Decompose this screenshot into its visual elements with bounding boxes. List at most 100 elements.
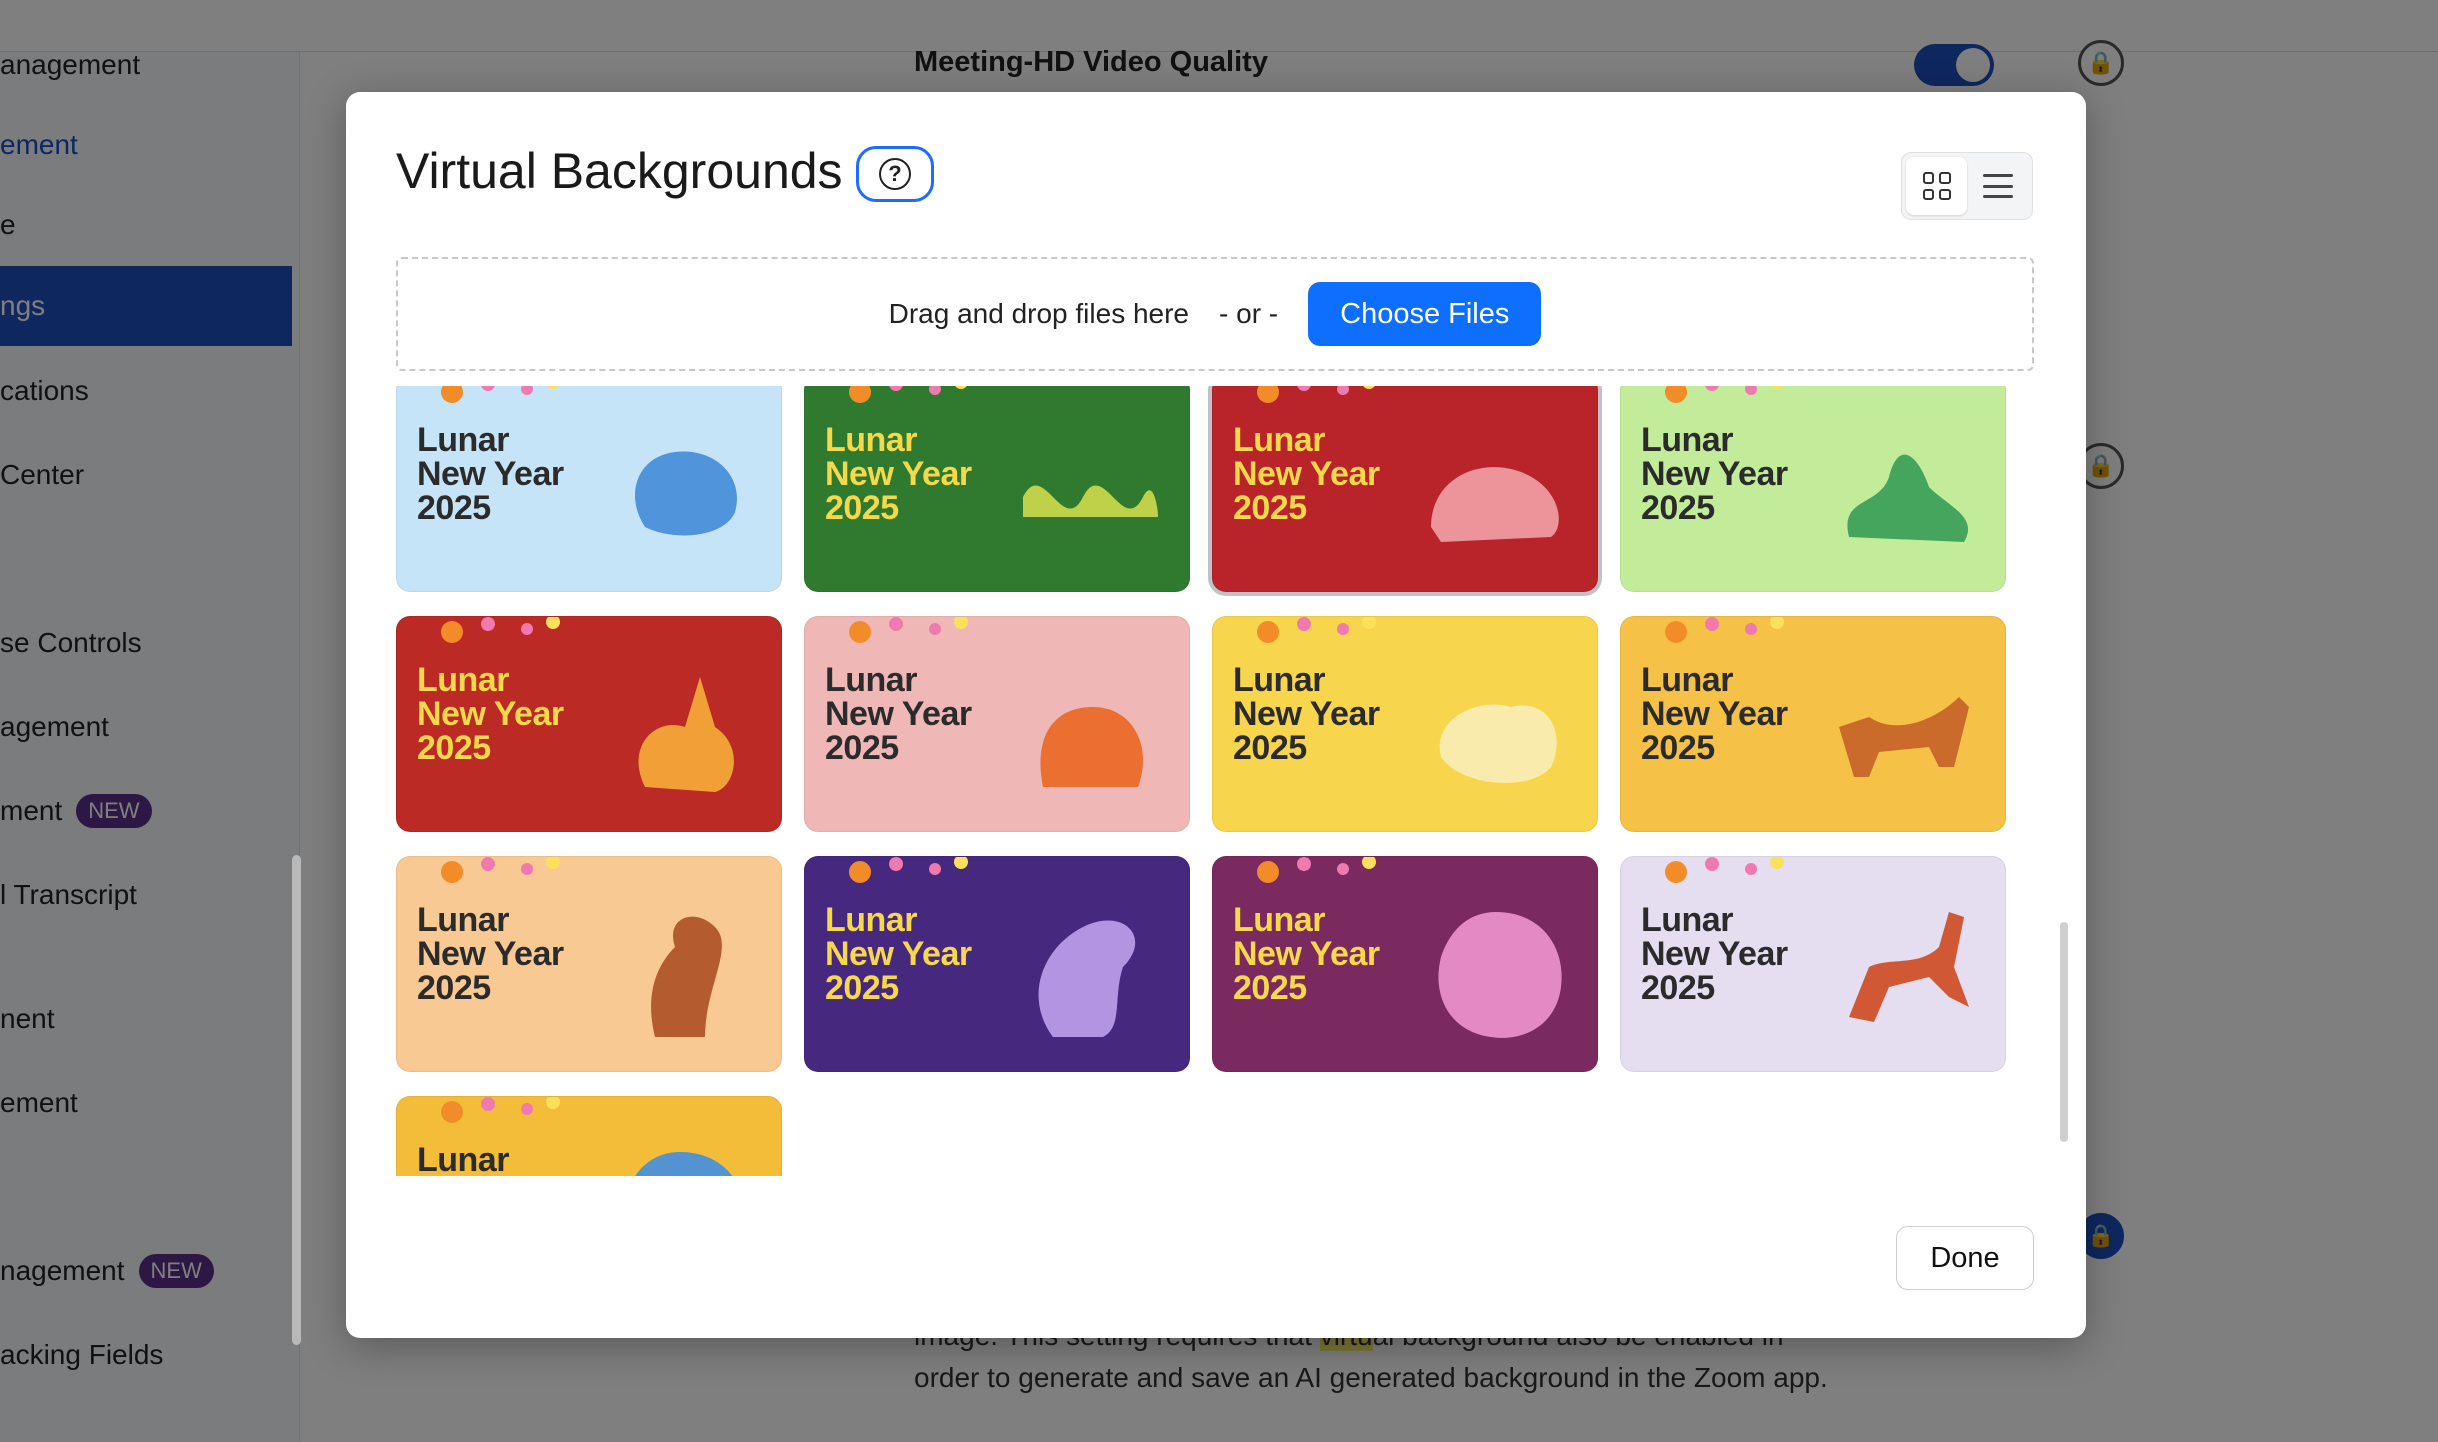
help-button[interactable]: ?: [856, 146, 934, 202]
thumbnail-caption: LunarNew Year2025: [1233, 903, 1380, 1005]
background-thumbnail-tiger[interactable]: Lunar New Year 2025: [804, 616, 1190, 832]
list-icon: [1982, 174, 2013, 198]
caption-line: 2025: [825, 489, 899, 527]
caption-line: 2025: [1641, 489, 1715, 527]
dialog-title: Virtual Backgrounds: [396, 143, 843, 199]
caption-line: 2025: [1641, 969, 1715, 1007]
lantern-decoration: [819, 617, 979, 653]
caption-line: 2025: [825, 729, 899, 767]
caption-line: Lunar: [417, 901, 509, 939]
thumbnail-caption: LunarNew Year2025: [825, 903, 972, 1005]
caption-line: Lunar: [825, 901, 917, 939]
caption-line: 2025: [1233, 729, 1307, 767]
ox-illustration: [1438, 912, 1562, 1038]
background-thumbnail-dragon[interactable]: Lunar New Year 2025: [1620, 386, 2006, 592]
dialog-scrollbar[interactable]: [2060, 922, 2068, 1142]
tiger-illustration: [1040, 707, 1143, 787]
thumbnail-caption: LunarNew Year2025: [417, 903, 564, 1005]
caption-line: Lunar: [417, 421, 509, 459]
thumbnail-caption: LunarNew Year2025: [1233, 423, 1380, 525]
grid-icon: [1922, 172, 1951, 200]
background-thumbnail-monkey[interactable]: Lunar New Year 2025: [396, 856, 782, 1072]
background-thumbnail-pig[interactable]: Lunar New Year 2025: [1212, 386, 1598, 592]
thumbnail-caption: LunarNew Year2025: [1641, 663, 1788, 765]
caption-line: New Year: [1641, 695, 1788, 733]
background-thumbnail-rabbit[interactable]: Lunar New Year 2025: [396, 616, 782, 832]
caption-line: New Year: [1233, 935, 1380, 973]
lantern-decoration: [1635, 386, 1795, 413]
rooster-illustration: [635, 451, 737, 536]
caption-line: Lunar: [417, 1141, 509, 1176]
caption-line: 2025: [825, 969, 899, 1007]
sheep-illustration: [1439, 704, 1557, 784]
dragon-illustration: [1847, 454, 1969, 542]
caption-line: Lunar: [417, 661, 509, 699]
background-thumbnail-ox[interactable]: LunarNew Year2025: [1212, 856, 1598, 1072]
dog-illustration: [1839, 697, 1969, 777]
sidebar-scrollbar[interactable]: [292, 855, 301, 1345]
thumbnail-caption: LunarNew Year2025: [825, 423, 972, 525]
lantern-decoration: [1635, 857, 1795, 893]
lantern-decoration: [819, 857, 979, 893]
grid-view-button[interactable]: [1906, 157, 1967, 215]
caption-line: 2025: [1641, 729, 1715, 767]
rabbit-illustration: [638, 677, 734, 792]
background-thumbnail-ox[interactable]: LunarNew Year2025: [396, 1096, 782, 1176]
lantern-decoration: [411, 857, 571, 893]
dropzone-text: Drag and drop files here: [888, 298, 1190, 329]
lantern-decoration: [411, 1097, 571, 1133]
background-thumbnail-rooster[interactable]: Lunar New Year 2025: [396, 386, 782, 592]
ox-illustration: [635, 1152, 733, 1176]
caption-line: New Year: [1641, 455, 1788, 493]
caption-line: New Year: [825, 695, 972, 733]
caption-line: 2025: [1233, 969, 1307, 1007]
caption-line: Lunar: [1233, 901, 1325, 939]
dropzone-or: - or -: [1219, 298, 1279, 329]
thumbnail-caption: LunarNew Year2025: [1233, 663, 1380, 765]
thumbnail-caption: LunarNew Year2025: [417, 423, 564, 525]
caption-line: New Year: [1233, 455, 1380, 493]
caption-line: New Year: [1641, 935, 1788, 973]
caption-line: Lunar: [1641, 661, 1733, 699]
caption-line: New Year: [825, 455, 972, 493]
background-grid: Lunar New Year 2025 Lunar New Year 2025 Lunar N…: [396, 386, 2016, 1176]
done-button[interactable]: Done: [1896, 1226, 2034, 1290]
thumbnail-caption: LunarNew Year2025: [1641, 903, 1788, 1005]
lantern-decoration: [411, 386, 571, 413]
background-thumbnail-horse[interactable]: Lunar New Year 2025: [1620, 856, 2006, 1072]
background-thumbnail-snake[interactable]: Lunar New Year 2025: [804, 386, 1190, 592]
pig-illustration: [1431, 467, 1559, 542]
file-dropzone[interactable]: Drag and drop files here - or - Choose F…: [396, 257, 2034, 371]
thumbnail-caption: LunarNew Year2025: [417, 1143, 564, 1176]
monkey-illustration: [651, 916, 722, 1037]
caption-line: Lunar: [825, 421, 917, 459]
caption-line: New Year: [417, 935, 564, 973]
caption-line: New Year: [1233, 695, 1380, 733]
rat-illustration: [1038, 920, 1136, 1037]
background-thumbnail-sheep[interactable]: Lunar New Year 2025: [1212, 616, 1598, 832]
lantern-decoration: [1227, 386, 1387, 413]
caption-line: Lunar: [825, 661, 917, 699]
caption-line: New Year: [825, 935, 972, 973]
thumbnail-caption: LunarNew Year2025: [825, 663, 972, 765]
snake-illustration: [1023, 485, 1158, 517]
horse-illustration: [1849, 912, 1969, 1022]
caption-line: 2025: [417, 489, 491, 527]
lantern-decoration: [1227, 617, 1387, 653]
view-toggle: [1901, 152, 2033, 220]
background-thumbnail-rat[interactable]: Lunar New Year 2025: [804, 856, 1190, 1072]
lantern-decoration: [1635, 617, 1795, 653]
caption-line: Lunar: [1641, 901, 1733, 939]
lantern-decoration: [411, 617, 571, 653]
virtual-backgrounds-dialog: Virtual Backgrounds ? Drag and drop file…: [346, 92, 2086, 1338]
lantern-decoration: [1227, 857, 1387, 893]
caption-line: 2025: [417, 729, 491, 767]
choose-files-button[interactable]: Choose Files: [1308, 282, 1542, 346]
list-view-button[interactable]: [1967, 157, 2028, 215]
caption-line: Lunar: [1233, 421, 1325, 459]
lantern-decoration: [819, 386, 979, 413]
background-thumbnail-dog[interactable]: Lunar New Year 2025: [1620, 616, 2006, 832]
caption-line: 2025: [417, 969, 491, 1007]
thumbnail-caption: LunarNew Year2025: [417, 663, 564, 765]
caption-line: New Year: [417, 455, 564, 493]
